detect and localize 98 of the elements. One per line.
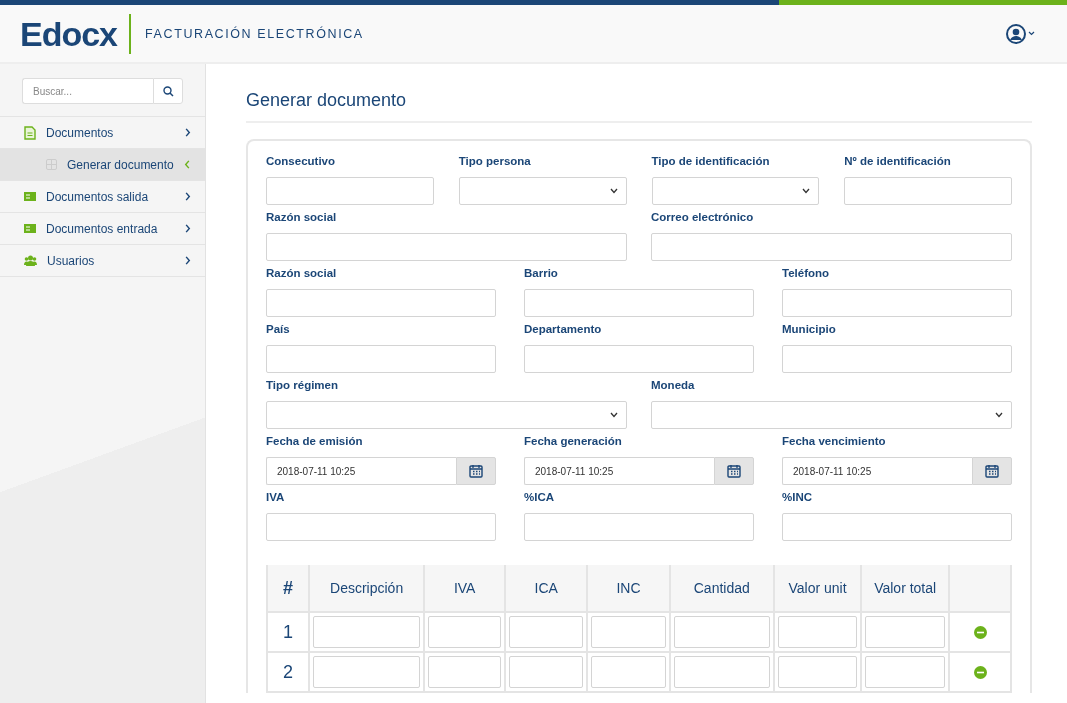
caret-icon	[995, 412, 1003, 418]
field-label: Departamento	[524, 323, 603, 337]
text-field[interactable]	[844, 177, 1012, 205]
field-label: Tipo de identificación	[651, 155, 771, 169]
table-input[interactable]	[865, 616, 945, 648]
caret-icon	[1028, 31, 1035, 36]
remove-icon[interactable]	[973, 625, 987, 639]
remove-icon[interactable]	[973, 665, 987, 679]
table-input[interactable]	[509, 656, 584, 688]
field-label: %ICA	[524, 491, 556, 505]
chevron-icon	[184, 224, 191, 233]
sidebar-item[interactable]: Generar documento	[0, 149, 205, 181]
text-field[interactable]	[782, 513, 1012, 541]
caret-icon	[802, 188, 811, 194]
user-icon	[1006, 23, 1026, 44]
column-header: Valor total	[861, 565, 949, 612]
field-label: Barrio	[524, 267, 559, 281]
field-label: Fecha generación	[524, 435, 623, 449]
text-field[interactable]	[782, 289, 1012, 317]
table-input[interactable]	[313, 616, 421, 648]
table-input[interactable]	[313, 656, 421, 688]
column-header: Valor unit	[773, 565, 862, 612]
field-label: Consecutivo	[266, 155, 336, 169]
date-field[interactable]: 2018-07-11 10:25	[782, 457, 972, 485]
row-number: 1	[267, 612, 309, 652]
calendar-icon	[469, 464, 483, 478]
field-label: %INC	[782, 491, 814, 505]
column-header: INC	[587, 565, 670, 612]
column-header: #	[267, 565, 309, 612]
calendar-button[interactable]	[714, 457, 754, 485]
field-label: Moneda	[651, 379, 696, 393]
user-menu-button[interactable]	[1006, 23, 1035, 44]
search-button[interactable]	[153, 78, 183, 104]
text-field[interactable]	[524, 289, 754, 317]
text-field[interactable]	[651, 233, 1012, 261]
sidebar-item[interactable]: Usuarios	[0, 245, 205, 277]
column-header: IVA	[424, 565, 506, 612]
text-field[interactable]	[524, 345, 754, 373]
field-label: Nº de identificación	[844, 155, 952, 169]
table-input[interactable]	[673, 616, 770, 648]
field-label: Tipo persona	[458, 155, 532, 169]
chevron-icon	[184, 192, 191, 201]
text-field[interactable]	[782, 345, 1012, 373]
text-field[interactable]	[266, 345, 496, 373]
app-subtitle: FACTURACIÓN ELECTRÓNICA	[145, 26, 364, 41]
select-field[interactable]	[458, 177, 627, 205]
users-icon	[24, 255, 37, 266]
table-input[interactable]	[428, 616, 502, 648]
table-input[interactable]	[777, 656, 858, 688]
text-field[interactable]	[524, 513, 754, 541]
card-icon	[24, 192, 36, 201]
document-icon	[24, 125, 36, 140]
page-title: Generar documento	[246, 90, 1032, 123]
select-field[interactable]	[651, 177, 820, 205]
calendar-button[interactable]	[456, 457, 496, 485]
search-icon	[162, 85, 174, 97]
column-header: Descripción	[309, 565, 425, 612]
text-field[interactable]	[266, 513, 496, 541]
table-input[interactable]	[428, 656, 502, 688]
field-label: País	[266, 323, 291, 337]
caret-icon	[609, 188, 618, 194]
field-label: Fecha de emisión	[266, 435, 364, 449]
field-label: Tipo régimen	[266, 379, 339, 393]
column-header: ICA	[505, 565, 588, 612]
date-field[interactable]: 2018-07-11 10:25	[266, 457, 456, 485]
column-header: Cantidad	[669, 565, 774, 612]
calendar-icon	[727, 464, 741, 478]
card-icon	[24, 224, 36, 233]
select-field[interactable]	[651, 401, 1012, 429]
table-input[interactable]	[509, 616, 584, 648]
field-label: Razón social	[266, 267, 338, 281]
search-field[interactable]: Buscar...	[22, 78, 153, 104]
table-input[interactable]	[591, 616, 666, 648]
field-label: Teléfono	[782, 267, 831, 281]
text-field[interactable]	[266, 233, 627, 261]
table-input[interactable]	[591, 656, 666, 688]
field-label: Fecha vencimiento	[782, 435, 887, 449]
field-label: Razón social	[266, 211, 338, 225]
table-input[interactable]	[673, 656, 770, 688]
chevron-icon	[184, 128, 191, 137]
date-field[interactable]: 2018-07-11 10:25	[524, 457, 714, 485]
row-number: 2	[267, 652, 309, 692]
chevron-icon	[184, 256, 191, 265]
field-label: Correo electrónico	[651, 211, 755, 225]
calendar-button[interactable]	[972, 457, 1012, 485]
sidebar-item[interactable]: Documentos entrada	[0, 213, 205, 245]
calendar-icon	[985, 464, 999, 478]
table-input[interactable]	[777, 616, 858, 648]
field-label: IVA	[266, 491, 286, 505]
text-field[interactable]	[266, 177, 434, 205]
text-field[interactable]	[266, 289, 496, 317]
field-label: Municipio	[782, 323, 837, 337]
logo: Edocx	[20, 13, 132, 54]
caret-icon	[610, 412, 618, 418]
table-input[interactable]	[865, 656, 945, 688]
sidebar-item[interactable]: Documentos salida	[0, 181, 205, 213]
select-field[interactable]	[266, 401, 627, 429]
chevron-icon	[184, 160, 191, 169]
